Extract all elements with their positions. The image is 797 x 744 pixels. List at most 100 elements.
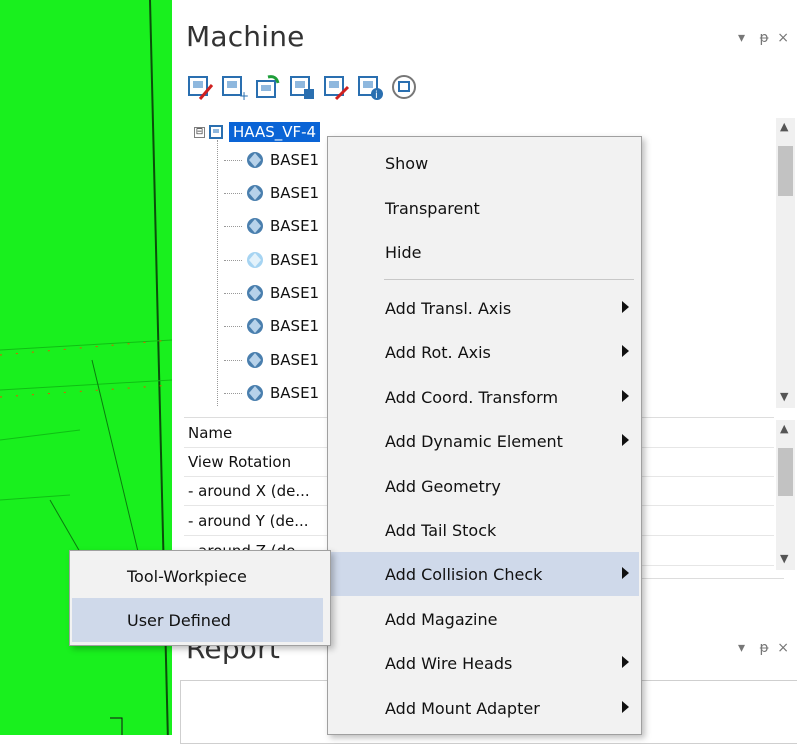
tree-branch bbox=[224, 225, 242, 227]
tree-node-label: BASE1 bbox=[270, 384, 320, 402]
menu-item-transparent[interactable]: Transparent bbox=[330, 186, 639, 230]
menu-item-label: Hide bbox=[385, 242, 422, 262]
machine-edit-icon[interactable] bbox=[184, 70, 216, 104]
property-name: Name bbox=[188, 423, 233, 442]
machine-panel-controls: ▾ ᵽ × bbox=[738, 30, 789, 46]
scrollbar-thumb[interactable] bbox=[778, 146, 793, 196]
machine-preview-icon[interactable] bbox=[388, 70, 420, 104]
menu-item-add-coord-transform[interactable]: Add Coord. Transform bbox=[330, 375, 639, 419]
menu-item-label: Add Tail Stock bbox=[385, 520, 497, 540]
tree-node[interactable]: BASE1 bbox=[224, 246, 319, 274]
tree-branch bbox=[224, 325, 242, 327]
tree-node[interactable]: BASE1 bbox=[224, 346, 319, 374]
tree-node[interactable]: BASE1 bbox=[224, 179, 319, 207]
tree-node-label: BASE1 bbox=[270, 151, 320, 169]
tree-node-label: BASE1 bbox=[270, 251, 320, 269]
dropdown-icon[interactable]: ▾ bbox=[738, 30, 745, 46]
property-name: - around Y (de... bbox=[188, 511, 309, 530]
machine-import-icon[interactable] bbox=[252, 70, 284, 104]
tree-node[interactable]: BASE1 bbox=[224, 279, 319, 307]
component-transparent-icon bbox=[247, 252, 263, 268]
menu-item-label: Show bbox=[385, 153, 429, 173]
tree-branch bbox=[224, 159, 242, 161]
menu-item-add-tail-stock[interactable]: Add Tail Stock bbox=[330, 508, 639, 552]
dropdown-icon[interactable]: ▾ bbox=[738, 640, 745, 656]
component-icon bbox=[247, 385, 263, 401]
report-panel-controls: ▾ ᵽ × bbox=[738, 640, 789, 656]
close-icon[interactable]: × bbox=[777, 640, 789, 656]
scroll-up-icon[interactable]: ▲ bbox=[780, 120, 788, 133]
tree-node[interactable]: BASE1 bbox=[224, 146, 319, 174]
machine-add-icon[interactable]: + bbox=[218, 70, 250, 104]
pin-icon[interactable]: ᵽ bbox=[759, 640, 768, 656]
tree-node-label: BASE1 bbox=[270, 217, 320, 235]
scroll-down-icon[interactable]: ▼ bbox=[780, 390, 788, 403]
menu-item-add-dynamic-element[interactable]: Add Dynamic Element bbox=[330, 419, 639, 463]
collision-check-submenu: Tool-Workpiece User Defined bbox=[69, 550, 331, 646]
submenu-arrow-icon bbox=[622, 701, 629, 713]
submenu-arrow-icon bbox=[622, 301, 629, 313]
close-icon[interactable]: × bbox=[777, 30, 789, 46]
tree-branch bbox=[224, 292, 242, 294]
submenu-arrow-icon bbox=[622, 656, 629, 668]
scroll-down-icon[interactable]: ▼ bbox=[780, 552, 788, 565]
pin-icon[interactable]: ᵽ bbox=[759, 30, 768, 46]
menu-item-add-geometry[interactable]: Add Geometry bbox=[330, 464, 639, 508]
submenu-arrow-icon bbox=[622, 567, 629, 579]
component-icon bbox=[247, 218, 263, 234]
machine-info-icon[interactable]: i bbox=[354, 70, 386, 104]
machine-icon bbox=[209, 125, 223, 139]
tree-branch bbox=[224, 359, 242, 361]
menu-item-label: Add Rot. Axis bbox=[385, 342, 491, 362]
submenu-item-user-defined[interactable]: User Defined bbox=[72, 598, 323, 642]
collapse-icon[interactable]: ⊟ bbox=[194, 126, 205, 138]
machine-panel-title: Machine bbox=[186, 20, 305, 53]
component-icon bbox=[247, 185, 263, 201]
tree-scrollbar[interactable]: ▲ ▼ bbox=[776, 118, 795, 408]
submenu-arrow-icon bbox=[622, 390, 629, 402]
menu-item-hide[interactable]: Hide bbox=[330, 230, 639, 274]
menu-item-add-collision-check[interactable]: Add Collision Check bbox=[330, 552, 639, 596]
menu-item-add-magazine[interactable]: Add Magazine bbox=[330, 597, 639, 641]
menu-item-add-transl-axis[interactable]: Add Transl. Axis bbox=[330, 286, 639, 330]
menu-item-label: Transparent bbox=[385, 198, 480, 218]
tree-node[interactable]: BASE1 bbox=[224, 312, 319, 340]
tree-root-node[interactable]: ⊟ HAAS_VF-4 bbox=[194, 120, 321, 144]
menu-item-label: Add Transl. Axis bbox=[385, 298, 512, 318]
menu-item-add-wire-heads[interactable]: Add Wire Heads bbox=[330, 641, 639, 685]
machine-toolbar: + i bbox=[184, 70, 420, 108]
tree-node-label: BASE1 bbox=[270, 317, 320, 335]
machine-save-as-icon[interactable] bbox=[320, 70, 352, 104]
component-icon bbox=[247, 352, 263, 368]
scroll-up-icon[interactable]: ▲ bbox=[780, 422, 788, 435]
tree-root-label: HAAS_VF-4 bbox=[229, 122, 321, 142]
tree-node[interactable]: BASE1 bbox=[224, 212, 319, 240]
machine-save-icon[interactable] bbox=[286, 70, 318, 104]
scrollbar-thumb[interactable] bbox=[778, 448, 793, 496]
tree-branch bbox=[224, 259, 242, 261]
submenu-item-label: Tool-Workpiece bbox=[127, 566, 247, 586]
svg-text:+: + bbox=[239, 89, 248, 101]
menu-item-label: Add Collision Check bbox=[385, 564, 543, 584]
component-icon bbox=[247, 318, 263, 334]
menu-item-label: Add Mount Adapter bbox=[385, 698, 540, 718]
menu-item-add-mount-adapter[interactable]: Add Mount Adapter bbox=[330, 686, 639, 730]
tree-node-label: BASE1 bbox=[270, 284, 320, 302]
menu-item-label: Add Coord. Transform bbox=[385, 387, 559, 407]
property-scrollbar[interactable]: ▲ ▼ bbox=[776, 420, 795, 570]
component-icon bbox=[247, 152, 263, 168]
menu-item-label: Add Dynamic Element bbox=[385, 431, 563, 451]
context-menu: Show Transparent Hide Add Transl. Axis A… bbox=[327, 136, 642, 735]
tree-node[interactable]: BASE1 bbox=[224, 379, 319, 406]
submenu-item-tool-workpiece[interactable]: Tool-Workpiece bbox=[72, 554, 323, 598]
property-name: View Rotation bbox=[188, 452, 292, 471]
menu-item-show[interactable]: Show bbox=[330, 141, 639, 185]
submenu-item-label: User Defined bbox=[127, 610, 231, 630]
submenu-arrow-icon bbox=[622, 434, 629, 446]
property-name: - around X (de... bbox=[188, 481, 310, 500]
tree-branch bbox=[224, 192, 242, 194]
menu-item-label: Add Geometry bbox=[385, 476, 501, 496]
menu-separator bbox=[384, 279, 634, 280]
tree-branch bbox=[224, 392, 242, 394]
menu-item-add-rot-axis[interactable]: Add Rot. Axis bbox=[330, 330, 639, 374]
